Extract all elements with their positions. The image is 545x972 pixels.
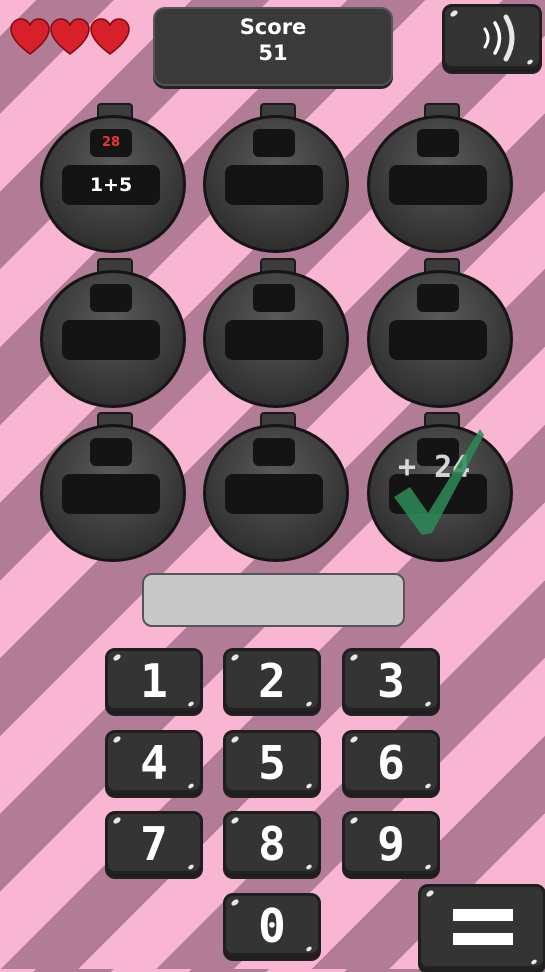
key-3-button[interactable]: 3: [342, 648, 440, 714]
key-8-button[interactable]: 8: [223, 811, 321, 877]
shine-decoration: [305, 782, 313, 790]
key-4-button[interactable]: 4: [105, 730, 203, 796]
key-1-button[interactable]: 1: [105, 648, 203, 714]
shine-decoration: [187, 863, 195, 871]
timer-countdown: [417, 284, 459, 312]
key-7-button[interactable]: 7: [105, 811, 203, 877]
shine-decoration: [230, 735, 240, 744]
sound-button[interactable]: [442, 4, 542, 72]
timer-expression: [225, 474, 323, 514]
key-label: 7: [140, 817, 168, 871]
shine-decoration: [424, 700, 432, 708]
lives: [10, 18, 130, 56]
score-label: Score: [239, 15, 307, 39]
key-5-button[interactable]: 5: [223, 730, 321, 796]
checkmark-icon: [394, 429, 484, 535]
timer-countdown: [90, 284, 132, 312]
key-label: 1: [140, 654, 168, 708]
key-9-button[interactable]: 9: [342, 811, 440, 877]
shine-decoration: [305, 945, 313, 953]
timer-countdown: [90, 438, 132, 466]
shine-decoration: [349, 735, 359, 744]
shine-decoration: [305, 700, 313, 708]
timer-countdown: [253, 284, 295, 312]
key-2-button[interactable]: 2: [223, 648, 321, 714]
key-label: 0: [258, 899, 286, 953]
key-label: 9: [377, 817, 405, 871]
shine-decoration: [230, 816, 240, 825]
sound-waves-icon: [483, 14, 515, 62]
timer-expression: [62, 320, 160, 360]
key-label: 4: [140, 736, 168, 790]
shine-decoration: [112, 735, 122, 744]
shine-decoration: [230, 898, 240, 907]
answer-field[interactable]: [142, 573, 405, 627]
timer-expression: [389, 320, 487, 360]
shine-decoration: [187, 782, 195, 790]
timer-expression: [225, 320, 323, 360]
shine-decoration: [187, 700, 195, 708]
timer-bomb-1: 28 1+5: [40, 103, 186, 253]
shine-decoration: [230, 653, 240, 662]
score-value: 51: [258, 41, 288, 65]
shine-decoration: [424, 863, 432, 871]
timer-bomb-8: [203, 412, 349, 562]
shine-decoration: [112, 816, 122, 825]
score-panel: Score 51: [153, 7, 393, 86]
timer-bomb-7: [40, 412, 186, 562]
menu-icon: [453, 909, 513, 945]
key-label: 3: [377, 654, 405, 708]
heart-icon: [10, 18, 50, 55]
shine-decoration: [424, 782, 432, 790]
timer-bomb-6: [367, 258, 513, 408]
timer-expression: [225, 165, 323, 205]
timer-bomb-2: [203, 103, 349, 253]
key-label: 2: [258, 654, 286, 708]
timer-bomb-5: [203, 258, 349, 408]
key-label: 6: [377, 736, 405, 790]
heart-icon: [90, 18, 130, 55]
shine-decoration: [349, 653, 359, 662]
timer-expression: [62, 474, 160, 514]
timer-countdown: [253, 129, 295, 157]
shine-decoration: [349, 816, 359, 825]
key-6-button[interactable]: 6: [342, 730, 440, 796]
key-0-button[interactable]: 0: [223, 893, 321, 959]
shine-decoration: [305, 863, 313, 871]
key-label: 5: [258, 736, 286, 790]
menu-button[interactable]: [418, 884, 545, 972]
timer-bomb-4: [40, 258, 186, 408]
timer-expression: 1+5: [62, 165, 160, 205]
key-label: 8: [258, 817, 286, 871]
timer-countdown: 28: [90, 129, 132, 157]
timer-countdown: [253, 438, 295, 466]
timer-countdown: [417, 129, 459, 157]
heart-icon: [50, 18, 90, 55]
timer-expression: [389, 165, 487, 205]
timer-bomb-3: [367, 103, 513, 253]
shine-decoration: [112, 653, 122, 662]
